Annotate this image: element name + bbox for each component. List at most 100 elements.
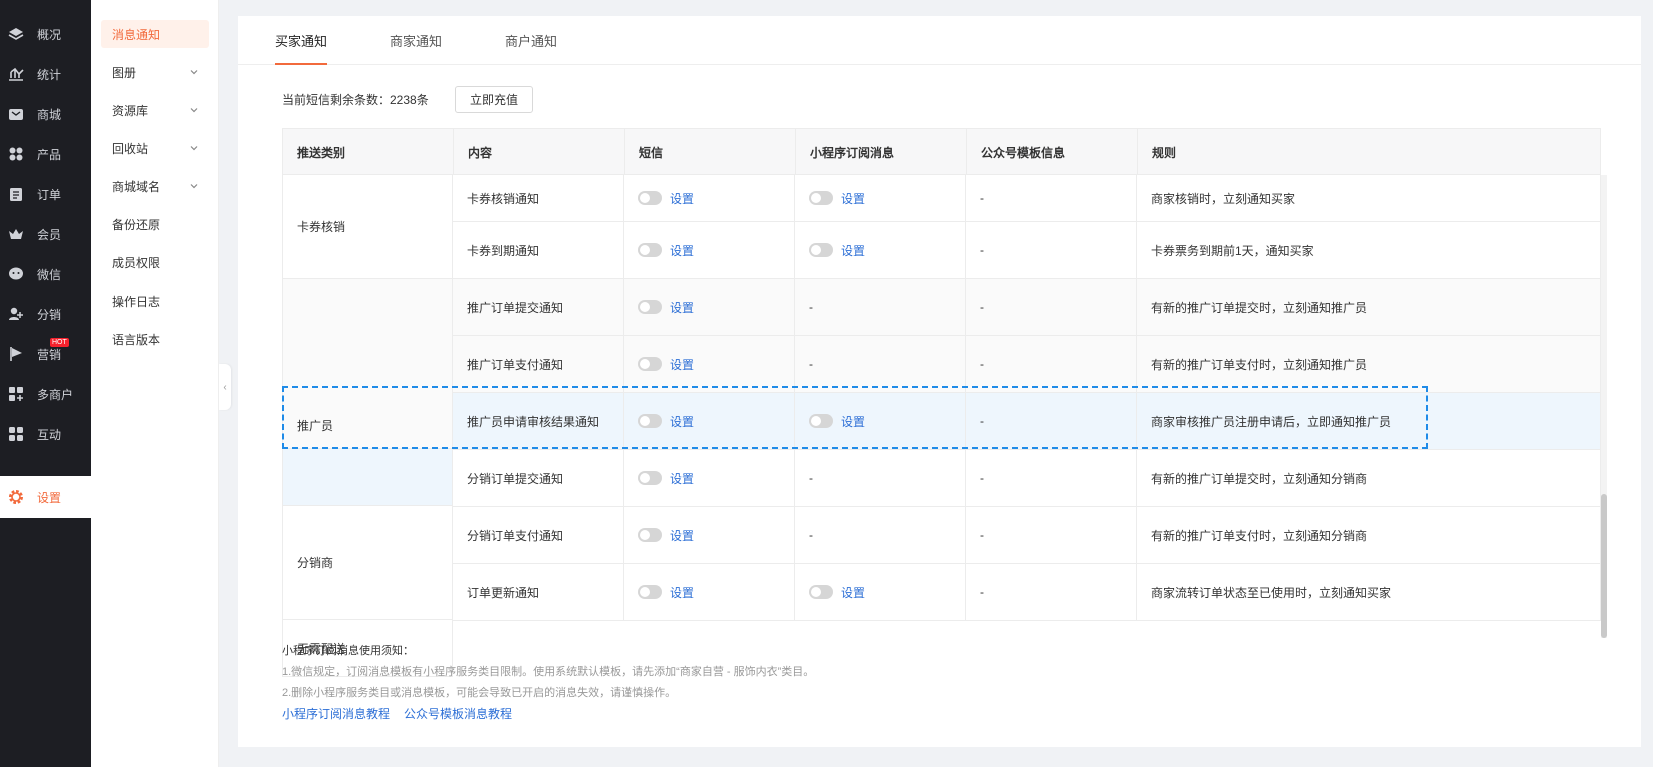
subnav-item-language[interactable]: 语言版本 bbox=[101, 325, 209, 353]
sms-settings-link[interactable]: 设置 bbox=[670, 584, 694, 601]
subnav-item-label: 图册 bbox=[112, 65, 137, 80]
hot-badge: HOT bbox=[50, 338, 69, 347]
notes-title: 小程序订阅消息使用须知： bbox=[282, 645, 414, 657]
mini-settings-link[interactable]: 设置 bbox=[841, 584, 865, 601]
mini-settings-link[interactable]: 设置 bbox=[841, 413, 865, 430]
main-rail: 概况 统计 商城 产品 订单 会员 微信 分销 营销 HOT 多商户 互动 设置 bbox=[0, 0, 91, 767]
table-cell-mp: - bbox=[966, 507, 1137, 564]
rail-item-members[interactable]: 会员 bbox=[0, 214, 91, 254]
table-scrollbar-thumb[interactable] bbox=[1601, 494, 1607, 638]
tab-buyer-notify[interactable]: 买家通知 bbox=[275, 16, 328, 65]
rail-item-label: 统计 bbox=[37, 67, 62, 82]
table-cell-mp: - bbox=[966, 279, 1137, 336]
mini-toggle[interactable] bbox=[809, 191, 833, 205]
sms-toggle[interactable] bbox=[638, 528, 662, 542]
notes-line: 2.删除小程序服务类目或消息模板，可能会导致已开启的消息失效，请谨慎操作。 bbox=[282, 687, 677, 699]
sms-toggle[interactable] bbox=[638, 243, 662, 257]
subnav-item-logs[interactable]: 操作日志 bbox=[101, 287, 209, 315]
rail-item-overview[interactable]: 概况 bbox=[0, 14, 91, 54]
rail-item-products[interactable]: 产品 bbox=[0, 134, 91, 174]
sms-toggle[interactable] bbox=[638, 191, 662, 205]
sms-toggle[interactable] bbox=[638, 300, 662, 314]
sms-settings-link[interactable]: 设置 bbox=[670, 413, 694, 430]
subnav-item-resources[interactable]: 资源库 bbox=[101, 96, 209, 124]
chevron-down-icon bbox=[190, 184, 198, 189]
table-cell-mini: - bbox=[795, 450, 966, 507]
table-cell-sms: 设置 bbox=[624, 222, 795, 279]
rail-item-interaction[interactable]: 互动 bbox=[0, 414, 91, 454]
table-cell-sms: 设置 bbox=[624, 393, 795, 450]
table-cell-content: 卡券到期通知 bbox=[453, 222, 624, 279]
table-cell-rule: 卡券票务到期前1天，通知买家 bbox=[1137, 222, 1601, 279]
subnav-item-domain[interactable]: 商城域名 bbox=[101, 172, 209, 200]
mini-toggle[interactable] bbox=[809, 414, 833, 428]
table-cell-sms: 设置 bbox=[624, 507, 795, 564]
grid-icon bbox=[8, 146, 24, 162]
subnav-item-album[interactable]: 图册 bbox=[101, 58, 209, 86]
user-share-icon bbox=[8, 306, 24, 322]
sms-settings-link[interactable]: 设置 bbox=[670, 470, 694, 487]
rail-item-settings[interactable]: 设置 bbox=[0, 476, 91, 518]
table-cell-rule: 有新的推广订单支付时，立刻通知推广员 bbox=[1137, 336, 1601, 393]
group-distributor: 分销商 bbox=[282, 506, 453, 620]
order-icon bbox=[8, 186, 24, 202]
rail-item-shop[interactable]: 商城 bbox=[0, 94, 91, 134]
subnav-item-message-notify[interactable]: 消息通知 bbox=[101, 20, 209, 48]
store-add-icon bbox=[8, 386, 24, 402]
recharge-button[interactable]: 立即充值 bbox=[455, 86, 533, 113]
sms-settings-link[interactable]: 设置 bbox=[670, 190, 694, 207]
subnav-item-backup[interactable]: 备份还原 bbox=[101, 210, 209, 238]
rail-item-multi-merchant[interactable]: 多商户 bbox=[0, 374, 91, 414]
subnav-item-recycle-bin[interactable]: 回收站 bbox=[101, 134, 209, 162]
chevron-down-icon bbox=[190, 146, 198, 151]
sms-toggle[interactable] bbox=[638, 471, 662, 485]
sms-settings-link[interactable]: 设置 bbox=[670, 299, 694, 316]
subnav-item-label: 语言版本 bbox=[112, 332, 161, 347]
col-header-official-account: 公众号模板信息 bbox=[967, 129, 1138, 176]
tab-label: 商家通知 bbox=[390, 34, 443, 49]
col-header-rule: 规则 bbox=[1152, 146, 1177, 160]
table-cell-mp: - bbox=[966, 393, 1137, 450]
chevron-down-icon bbox=[190, 70, 198, 75]
rail-item-stats[interactable]: 统计 bbox=[0, 54, 91, 94]
settings-subnav: 消息通知 图册 资源库 回收站 商城域名 备份还原 成员权限 操作日志 语言版本 bbox=[91, 0, 219, 767]
sms-toggle[interactable] bbox=[638, 585, 662, 599]
tab-shop-notify[interactable]: 商户通知 bbox=[505, 16, 557, 65]
rail-item-wechat[interactable]: 微信 bbox=[0, 254, 91, 294]
mini-program-tutorial-link[interactable]: 小程序订阅消息教程 bbox=[282, 705, 390, 722]
table-cell-mp: - bbox=[966, 564, 1137, 621]
main-card: 买家通知 商家通知 商户通知 当前短信剩余条数：2238条 立即充值 推送类别 … bbox=[238, 16, 1641, 747]
table-cell-rule: 有新的推广订单提交时，立刻通知分销商 bbox=[1137, 450, 1601, 507]
table-cell-content: 推广员申请审核结果通知 bbox=[453, 393, 624, 450]
mini-settings-link[interactable]: 设置 bbox=[841, 242, 865, 259]
subnav-item-label: 备份还原 bbox=[112, 217, 161, 232]
rail-item-distribution[interactable]: 分销 bbox=[0, 294, 91, 334]
rail-item-marketing[interactable]: 营销 HOT bbox=[0, 334, 91, 374]
subnav-item-label: 回收站 bbox=[112, 141, 149, 156]
table-cell-sms: 设置 bbox=[624, 279, 795, 336]
mini-settings-link[interactable]: 设置 bbox=[841, 190, 865, 207]
col-header-category: 推送类别 bbox=[283, 129, 454, 176]
table-cell-content: 订单更新通知 bbox=[453, 564, 624, 621]
sms-settings-link[interactable]: 设置 bbox=[670, 356, 694, 373]
table-cell-rule: 商家流转订单状态至已使用时，立刻通知买家 bbox=[1137, 564, 1601, 621]
sms-settings-link[interactable]: 设置 bbox=[670, 242, 694, 259]
table-cell-mini: - bbox=[795, 336, 966, 393]
table-cell-sms: 设置 bbox=[624, 175, 795, 222]
sms-toggle[interactable] bbox=[638, 357, 662, 371]
rail-item-orders[interactable]: 订单 bbox=[0, 174, 91, 214]
sms-settings-link[interactable]: 设置 bbox=[670, 527, 694, 544]
mini-toggle[interactable] bbox=[809, 243, 833, 257]
tab-label: 商户通知 bbox=[505, 34, 558, 49]
mail-shop-icon bbox=[8, 106, 24, 122]
table-cell-rule: 商家核销时，立刻通知买家 bbox=[1137, 175, 1601, 222]
chevron-left-icon: ‹ bbox=[223, 381, 227, 393]
official-account-tutorial-link[interactable]: 公众号模板消息教程 bbox=[404, 705, 512, 722]
collapse-sidebar-button[interactable]: ‹ bbox=[219, 364, 231, 410]
sms-toggle[interactable] bbox=[638, 414, 662, 428]
rail-item-label: 互动 bbox=[37, 427, 62, 442]
tab-merchant-notify[interactable]: 商家通知 bbox=[390, 16, 442, 65]
mini-toggle[interactable] bbox=[809, 585, 833, 599]
rail-item-label: 营销 bbox=[37, 347, 62, 362]
subnav-item-permissions[interactable]: 成员权限 bbox=[101, 248, 209, 276]
